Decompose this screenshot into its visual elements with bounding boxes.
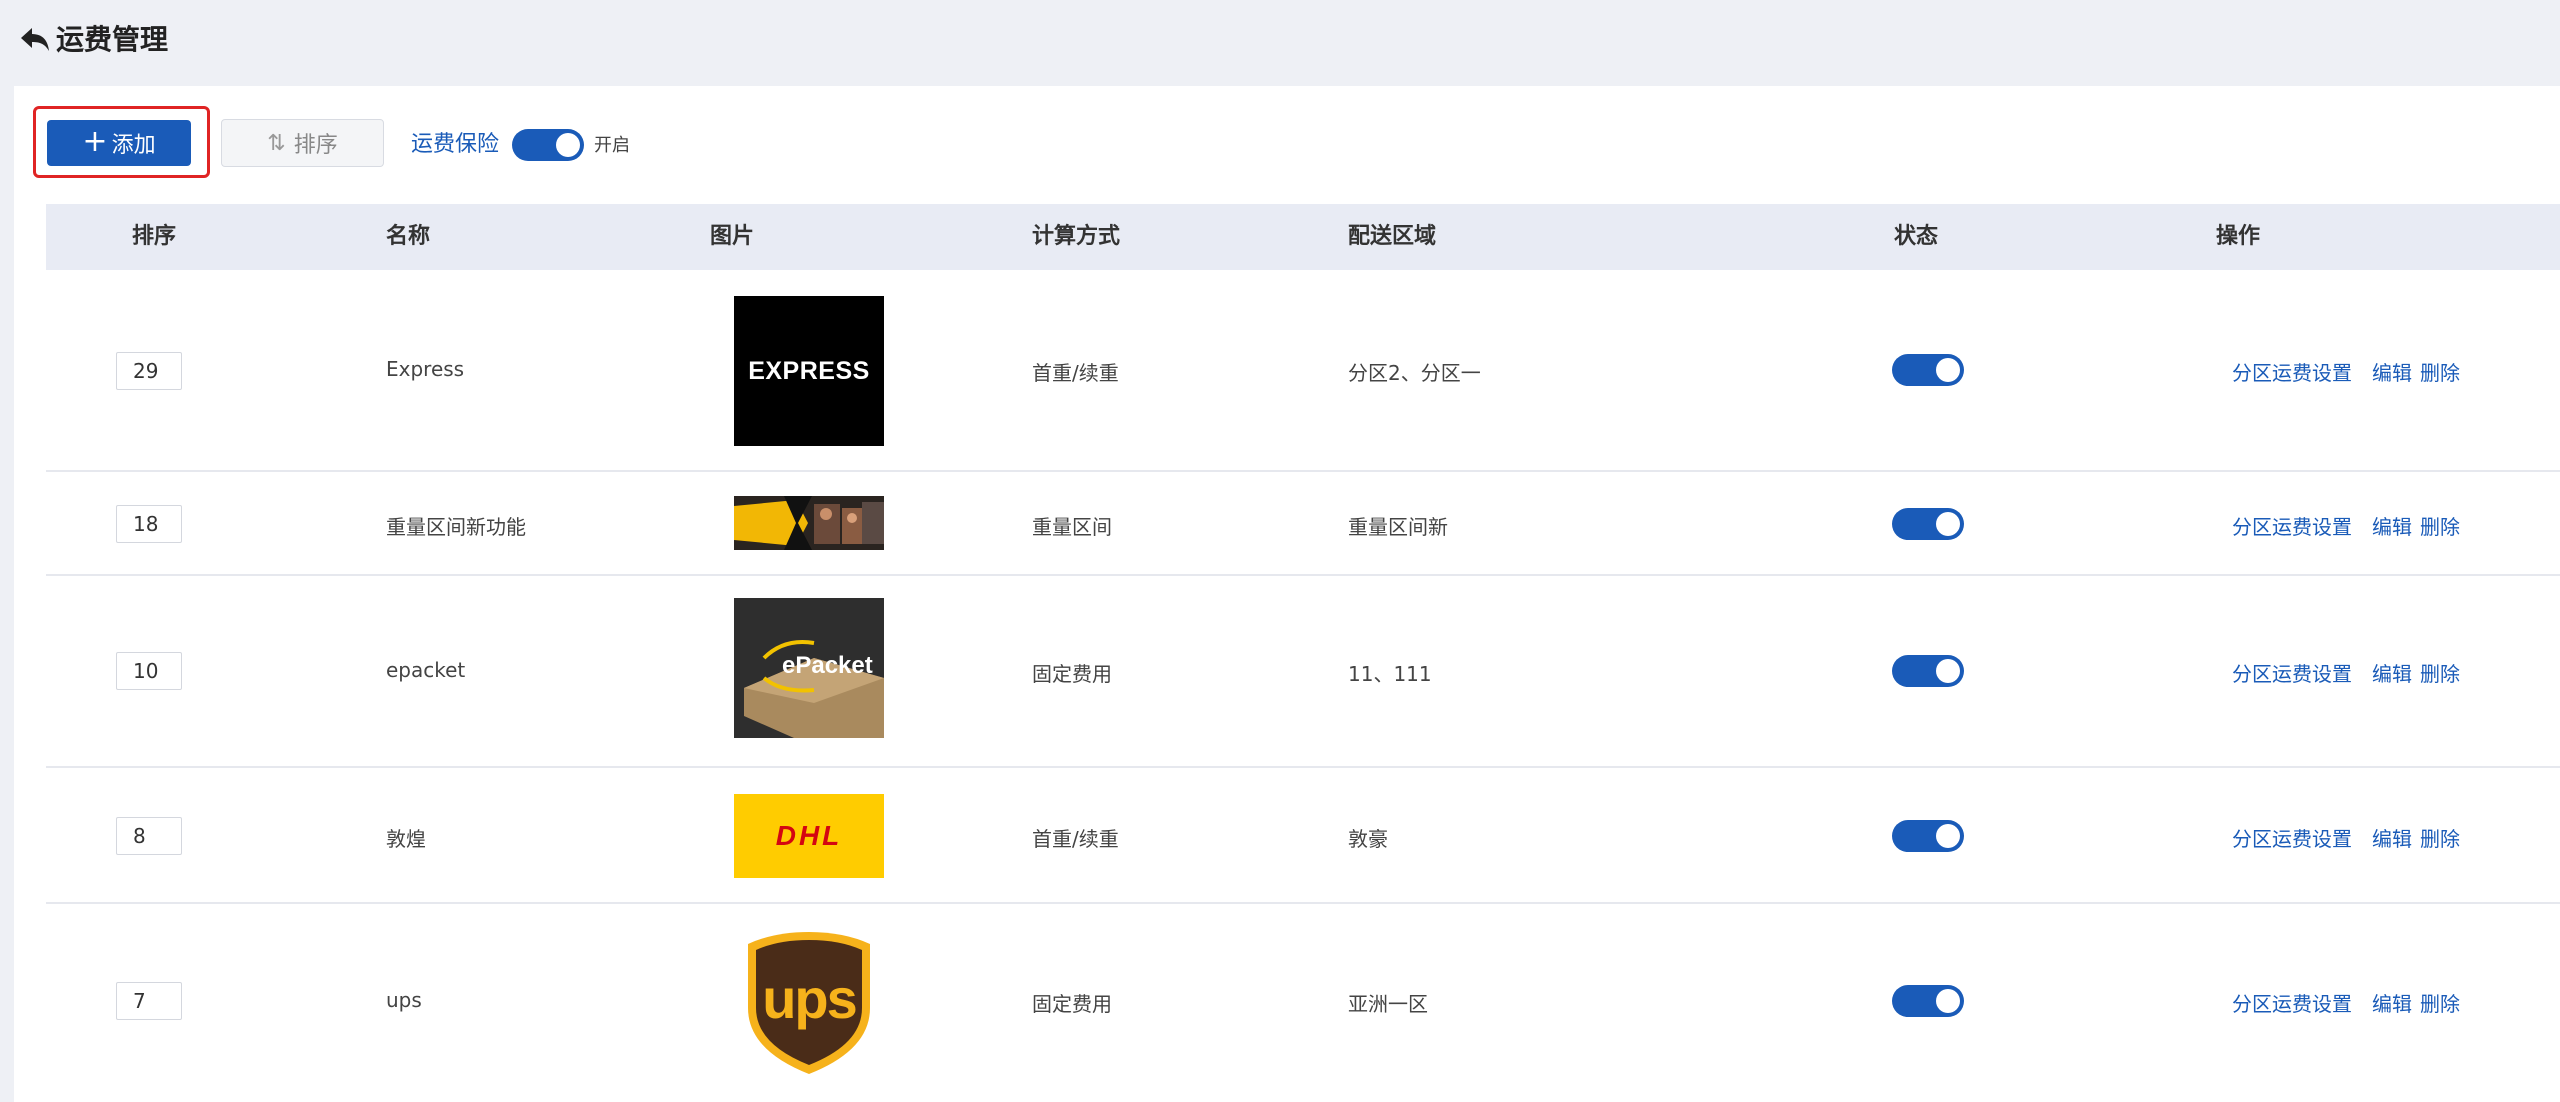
order-input[interactable]: 7	[116, 982, 182, 1020]
sort-button-label: 排序	[293, 133, 338, 158]
toggle-knob	[1936, 512, 1960, 536]
status-toggle[interactable]	[1892, 354, 1964, 386]
toggle-knob	[1936, 358, 1960, 382]
epacket-logo-text: ePacket	[782, 652, 873, 679]
edit-link[interactable]: 编辑	[2372, 662, 2412, 686]
table-row: 8 敦煌 DHL 首重/续重 敦豪 分区运费设置 编辑 删除	[46, 768, 2560, 904]
column-header-zone: 配送区域	[1348, 224, 1437, 249]
back-arrow-icon[interactable]	[18, 22, 52, 56]
row-actions: 分区运费设置 编辑 删除	[2232, 823, 2460, 852]
insurance-state-label: 开启	[594, 135, 630, 156]
zone-shipping-settings-link[interactable]: 分区运费设置	[2232, 361, 2352, 385]
row-name: epacket	[386, 658, 466, 682]
page-title: 运费管理	[56, 23, 169, 56]
row-actions: 分区运费设置 编辑 删除	[2232, 658, 2460, 687]
edit-link[interactable]: 编辑	[2372, 992, 2412, 1016]
row-zone: 亚洲一区	[1348, 992, 1428, 1016]
edit-link[interactable]: 编辑	[2372, 515, 2412, 539]
status-toggle[interactable]	[1892, 655, 1964, 687]
table-row: 29 Express EXPRESS 首重/续重 分区2、分区一 分区运费设置编…	[46, 270, 2560, 472]
column-header-order: 排序	[132, 224, 177, 249]
toggle-knob	[556, 133, 580, 157]
column-header-image: 图片	[710, 224, 755, 249]
row-actions: 分区运费设置 编辑 删除	[2232, 357, 2460, 386]
ups-logo-image: ups	[734, 928, 884, 1078]
row-method: 固定费用	[1032, 992, 1112, 1016]
toggle-knob	[1936, 824, 1960, 848]
order-input[interactable]: 29	[116, 352, 182, 390]
add-button[interactable]: + 添加	[47, 120, 191, 166]
row-name: ups	[386, 988, 422, 1012]
row-actions: 分区运费设置 编辑 删除	[2232, 511, 2460, 540]
shipping-table: 排序 名称 图片 计算方式 配送区域 状态 操作 29 Express EXPR…	[46, 204, 2560, 1098]
dhl-logo-text: DHL	[775, 820, 843, 851]
edit-link[interactable]: 编辑	[2372, 827, 2412, 851]
row-method: 首重/续重	[1032, 361, 1119, 385]
column-header-actions: 操作	[2216, 224, 2261, 249]
zone-shipping-settings-link[interactable]: 分区运费设置	[2232, 827, 2352, 851]
express-logo-image: EXPRESS	[734, 296, 884, 446]
delete-link[interactable]: 删除	[2420, 662, 2460, 686]
column-header-status: 状态	[1894, 224, 1939, 249]
insurance-label: 运费保险	[411, 132, 500, 157]
insurance-toggle[interactable]	[512, 129, 584, 161]
table-row: 10 epacket ePacket 固定费用 11、111 分区运费设置 编辑删…	[46, 576, 2560, 768]
banner-graphic	[734, 496, 884, 550]
row-name: Express	[386, 357, 465, 381]
order-input[interactable]: 18	[116, 505, 182, 543]
row-zone: 分区2、分区一	[1348, 361, 1481, 385]
column-header-name: 名称	[386, 224, 431, 249]
zone-shipping-settings-link[interactable]: 分区运费设置	[2232, 662, 2352, 686]
epacket-logo-image: ePacket	[734, 598, 884, 738]
weight-range-banner-image	[734, 496, 884, 550]
delete-link[interactable]: 删除	[2420, 827, 2460, 851]
row-zone: 敦豪	[1348, 827, 1388, 851]
table-row: 18 重量区间新功能 重量区间 重量区间新 分区运费设置 编辑 删除	[46, 472, 2560, 576]
sort-icon: ⇅	[267, 130, 285, 156]
toggle-knob	[1936, 989, 1960, 1013]
toolbar: + 添加 ⇅ 排序 运费保险 开启	[14, 86, 2560, 204]
order-input[interactable]: 8	[116, 817, 182, 855]
express-logo-text: EXPRESS	[748, 356, 870, 385]
dhl-logo-image: DHL	[734, 794, 884, 878]
row-zone: 重量区间新	[1348, 515, 1448, 539]
add-button-label: 添加	[111, 133, 156, 158]
delete-link[interactable]: 删除	[2420, 515, 2460, 539]
row-name: 重量区间新功能	[386, 515, 526, 539]
plus-icon: +	[82, 123, 108, 159]
table-row: 7 ups ups 固定费用 亚洲一区 分区运费设置 编辑 删除	[46, 904, 2560, 1098]
order-input[interactable]: 10	[116, 652, 182, 690]
zone-shipping-settings-link[interactable]: 分区运费设置	[2232, 992, 2352, 1016]
delete-link[interactable]: 删除	[2420, 361, 2460, 385]
row-actions: 分区运费设置 编辑 删除	[2232, 988, 2460, 1017]
status-toggle[interactable]	[1892, 508, 1964, 540]
top-header: 运费管理	[0, 0, 2560, 86]
toggle-knob	[1936, 659, 1960, 683]
delete-link[interactable]: 删除	[2420, 992, 2460, 1016]
content-panel: + 添加 ⇅ 排序 运费保险 开启 排序 名称 图片 计算方式 配送区域 状态 …	[14, 86, 2560, 1102]
row-method: 首重/续重	[1032, 827, 1119, 851]
column-header-method: 计算方式	[1032, 224, 1121, 249]
edit-link[interactable]: 编辑	[2372, 361, 2412, 385]
row-name: 敦煌	[386, 827, 426, 851]
status-toggle[interactable]	[1892, 985, 1964, 1017]
row-zone: 11、111	[1348, 662, 1432, 686]
row-method: 固定费用	[1032, 662, 1112, 686]
table-header: 排序 名称 图片 计算方式 配送区域 状态 操作	[46, 204, 2560, 270]
sort-button[interactable]: ⇅ 排序	[221, 119, 384, 167]
status-toggle[interactable]	[1892, 820, 1964, 852]
row-method: 重量区间	[1032, 515, 1112, 539]
ups-logo-text: ups	[762, 967, 858, 1030]
zone-shipping-settings-link[interactable]: 分区运费设置	[2232, 515, 2352, 539]
